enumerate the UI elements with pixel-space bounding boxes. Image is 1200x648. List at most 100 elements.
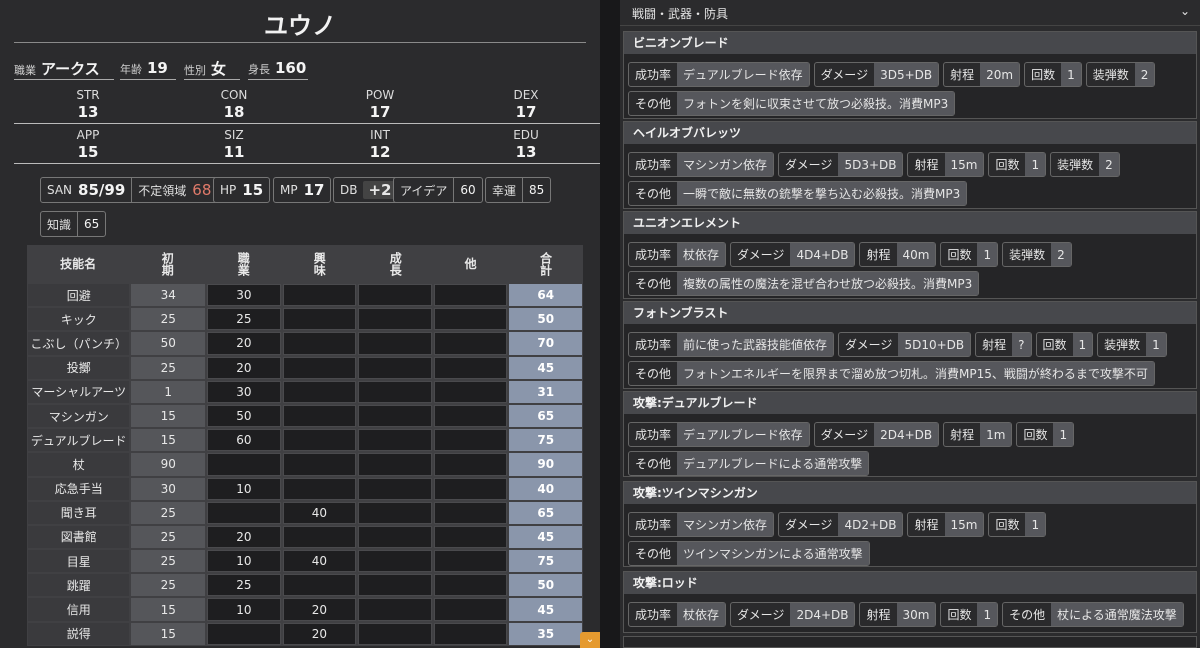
attack-count[interactable]: 回数 1 bbox=[1016, 422, 1075, 447]
weapon-name[interactable]: 攻撃:ツインマシンガン bbox=[624, 482, 1196, 504]
skill-job-cell[interactable]: 20 bbox=[207, 356, 281, 379]
skill-growth-cell[interactable] bbox=[358, 284, 432, 307]
weapon-name[interactable]: ビニオンブレード bbox=[624, 32, 1196, 54]
range[interactable]: 射程 15m bbox=[907, 512, 985, 537]
damage[interactable]: ダメージ 4D4+DB bbox=[730, 242, 856, 267]
occupation-field[interactable]: 職業 アークス bbox=[14, 58, 114, 80]
san-badge[interactable]: SAN 85/99 不定領域 68 bbox=[40, 177, 219, 203]
range[interactable]: 射程 20m bbox=[943, 62, 1021, 87]
skill-other-cell[interactable] bbox=[433, 525, 508, 549]
skill-growth-cell[interactable] bbox=[358, 380, 432, 403]
other-note[interactable]: その他 フォトンエネルギーを限界まで溜め放つ切札。消費MP15、戦闘が終わるまで攻… bbox=[628, 361, 1155, 386]
skill-other-cell[interactable] bbox=[433, 477, 508, 500]
skill-other-cell[interactable] bbox=[433, 598, 508, 621]
skill-job-cell[interactable]: 50 bbox=[207, 404, 281, 428]
other-note[interactable]: その他 フォトンを剣に収束させて放つ必殺技。消費MP3 bbox=[628, 91, 956, 116]
attack-count[interactable]: 回数 1 bbox=[988, 152, 1047, 177]
skill-job-cell[interactable]: 60 bbox=[207, 429, 281, 452]
skill-growth-cell[interactable] bbox=[358, 308, 432, 331]
skill-other-cell[interactable] bbox=[433, 284, 508, 307]
skill-other-cell[interactable] bbox=[433, 380, 508, 403]
hp-badge[interactable]: HP 15 bbox=[213, 177, 271, 203]
skill-job-cell[interactable]: 10 bbox=[207, 477, 281, 500]
idea-badge[interactable]: アイデア 60 bbox=[393, 177, 483, 203]
skill-growth-cell[interactable] bbox=[358, 550, 432, 573]
damage[interactable]: ダメージ 5D3+DB bbox=[778, 152, 904, 177]
luck-badge[interactable]: 幸運 85 bbox=[485, 177, 552, 203]
attack-count[interactable]: 回数 1 bbox=[940, 602, 999, 627]
weapon-name[interactable]: ユニオンエレメント bbox=[624, 212, 1196, 234]
attack-count[interactable]: 回数 1 bbox=[1035, 332, 1094, 357]
skill-other-cell[interactable] bbox=[433, 429, 508, 452]
skill-interest-cell[interactable]: 40 bbox=[282, 550, 357, 573]
skill-growth-cell[interactable] bbox=[358, 332, 432, 355]
skill-other-cell[interactable] bbox=[433, 574, 508, 597]
ammo[interactable]: 装弾数 1 bbox=[1097, 332, 1167, 357]
skill-growth-cell[interactable] bbox=[358, 356, 432, 379]
skill-interest-cell[interactable] bbox=[282, 429, 357, 452]
damage[interactable]: ダメージ 3D5+DB bbox=[813, 62, 940, 87]
skill-growth-cell[interactable] bbox=[358, 404, 432, 428]
mp-badge[interactable]: MP 17 bbox=[273, 177, 332, 203]
weapon-name[interactable]: 攻撃:ロッド bbox=[624, 572, 1196, 594]
skill-interest-cell[interactable] bbox=[282, 380, 357, 403]
stat-pow[interactable]: POW 17 bbox=[306, 88, 454, 124]
stat-dex[interactable]: DEX 17 bbox=[452, 88, 600, 124]
attack-count[interactable]: 回数 1 bbox=[988, 512, 1047, 537]
skill-job-cell[interactable]: 30 bbox=[207, 284, 281, 307]
skill-other-cell[interactable] bbox=[433, 404, 508, 428]
skill-interest-cell[interactable] bbox=[282, 308, 357, 331]
section-header[interactable]: 戦闘・武器・防具 ⌄ bbox=[620, 0, 1200, 26]
chevron-down-icon[interactable]: ⌄ bbox=[1180, 4, 1190, 18]
stat-edu[interactable]: EDU 13 bbox=[452, 128, 600, 164]
damage[interactable]: ダメージ 2D4+DB bbox=[813, 422, 940, 447]
skill-growth-cell[interactable] bbox=[358, 453, 432, 476]
skill-interest-cell[interactable] bbox=[282, 404, 357, 428]
skill-job-cell[interactable] bbox=[207, 501, 281, 524]
skill-other-cell[interactable] bbox=[433, 356, 508, 379]
skill-job-cell[interactable]: 10 bbox=[207, 598, 281, 621]
skill-interest-cell[interactable] bbox=[282, 453, 357, 476]
skill-job-cell[interactable]: 10 bbox=[207, 550, 281, 573]
skill-interest-cell[interactable]: 40 bbox=[282, 501, 357, 524]
stat-siz[interactable]: SIZ 11 bbox=[160, 128, 308, 164]
skill-growth-cell[interactable] bbox=[358, 501, 432, 524]
other-note[interactable]: その他 デュアルブレードによる通常攻撃 bbox=[628, 451, 870, 476]
skill-other-cell[interactable] bbox=[433, 453, 508, 476]
skill-job-cell[interactable]: 30 bbox=[207, 380, 281, 403]
range[interactable]: 射程? bbox=[975, 332, 1032, 357]
weapon-name[interactable]: 攻撃:デュアルブレード bbox=[624, 392, 1196, 414]
skill-job-cell[interactable] bbox=[207, 453, 281, 476]
skill-other-cell[interactable] bbox=[433, 501, 508, 524]
skill-job-cell[interactable] bbox=[207, 622, 281, 645]
skill-other-cell[interactable] bbox=[433, 622, 508, 645]
other-note[interactable]: その他 ツインマシンガンによる通常攻撃 bbox=[628, 541, 870, 566]
success-rate[interactable]: 成功率 杖依存 bbox=[628, 242, 727, 267]
skill-growth-cell[interactable] bbox=[358, 598, 432, 621]
skill-interest-cell[interactable] bbox=[282, 332, 357, 355]
other-note[interactable]: その他 杖による通常魔法攻撃 bbox=[1002, 602, 1184, 627]
damage[interactable]: ダメージ 5D10+DB bbox=[838, 332, 972, 357]
range[interactable]: 射程 15m bbox=[907, 152, 985, 177]
skill-interest-cell[interactable] bbox=[282, 284, 357, 307]
skill-job-cell[interactable]: 25 bbox=[207, 308, 281, 331]
skill-growth-cell[interactable] bbox=[358, 429, 432, 452]
skill-interest-cell[interactable]: 20 bbox=[282, 622, 357, 645]
skill-other-cell[interactable] bbox=[433, 308, 508, 331]
height-field[interactable]: 身長 160 bbox=[248, 58, 308, 80]
success-rate[interactable]: 成功率 前に使った武器技能値依存 bbox=[628, 332, 835, 357]
db-badge[interactable]: DB +2 bbox=[333, 177, 402, 203]
skill-interest-cell[interactable]: 20 bbox=[282, 598, 357, 621]
ammo[interactable]: 装弾数 2 bbox=[1085, 62, 1156, 87]
range[interactable]: 射程 30m bbox=[859, 602, 937, 627]
ammo[interactable]: 装弾数 2 bbox=[1050, 152, 1120, 177]
success-rate[interactable]: 成功率 デュアルブレード依存 bbox=[628, 422, 810, 447]
skill-growth-cell[interactable] bbox=[358, 574, 432, 597]
skill-other-cell[interactable] bbox=[433, 332, 508, 355]
skill-job-cell[interactable]: 20 bbox=[207, 525, 281, 549]
skill-interest-cell[interactable] bbox=[282, 356, 357, 379]
skill-interest-cell[interactable] bbox=[282, 477, 357, 500]
skill-job-cell[interactable]: 25 bbox=[207, 574, 281, 597]
success-rate[interactable]: 成功率 デュアルブレード依存 bbox=[628, 62, 810, 87]
skill-growth-cell[interactable] bbox=[358, 622, 432, 645]
